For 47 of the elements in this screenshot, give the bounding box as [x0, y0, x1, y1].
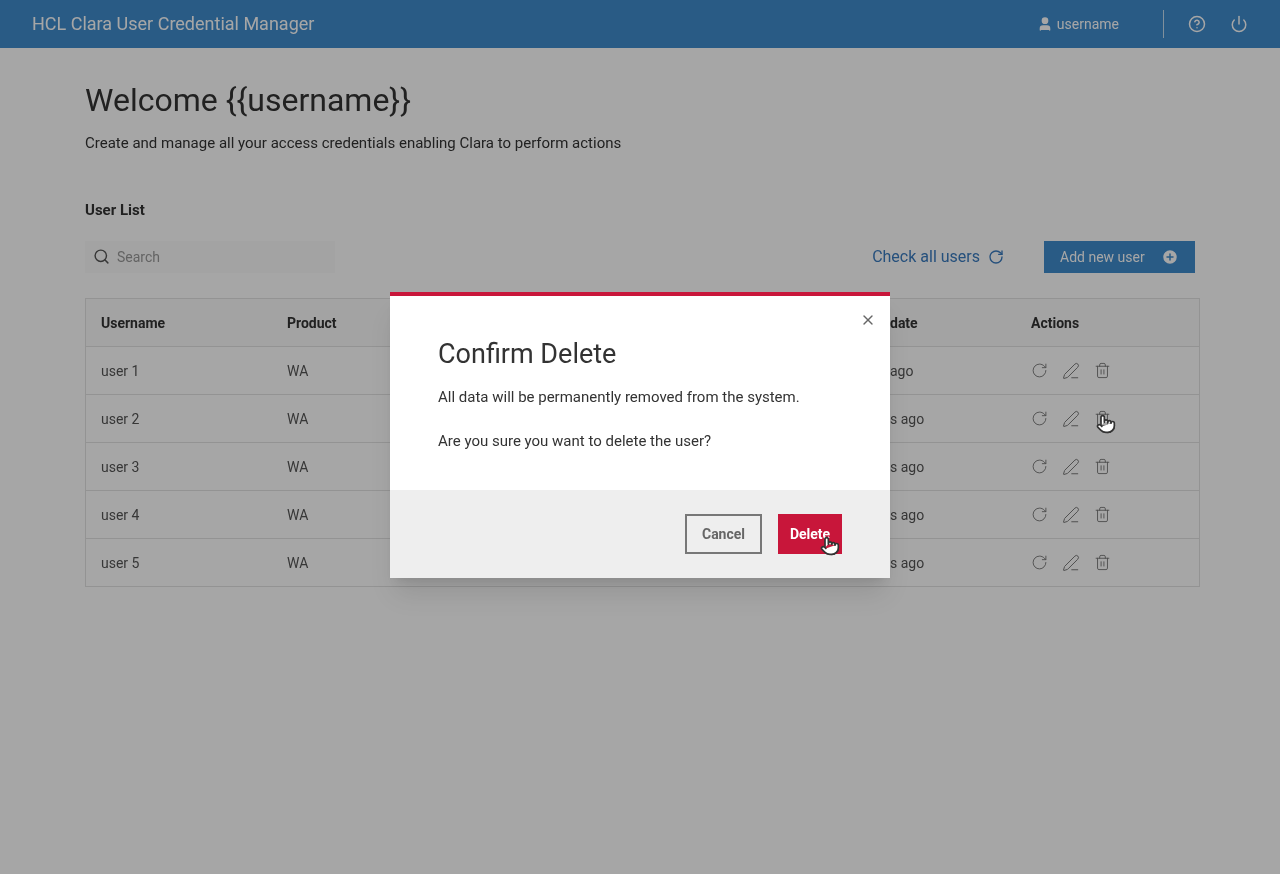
refresh-icon[interactable] — [1031, 410, 1048, 427]
edit-icon[interactable] — [1062, 457, 1080, 476]
edit-icon[interactable] — [1062, 553, 1080, 572]
table-cell-text: s ago — [889, 553, 926, 573]
edit-icon[interactable] — [1062, 409, 1080, 428]
refresh-icon[interactable] — [1031, 458, 1048, 475]
table-cell-text: ago — [889, 361, 915, 381]
add-new-user-button[interactable]: Add new user — [1044, 241, 1195, 273]
refresh-icon[interactable] — [1031, 554, 1048, 571]
page-subtitle: Create and manage all your access credentials enabling Clara to perform actions — [85, 133, 623, 154]
page-title: Welcome {{username}} — [85, 80, 412, 120]
cancel-button[interactable]: Cancel — [685, 514, 762, 554]
plus-icon — [1161, 248, 1179, 266]
table-cell-text: user 4 — [100, 505, 141, 525]
check-all-users-link[interactable]: Check all users — [872, 245, 1004, 269]
table-cell-text: WA — [286, 361, 310, 381]
table-cell-text: user 3 — [100, 457, 141, 477]
table-cell-text: user 2 — [100, 409, 141, 429]
edit-icon[interactable] — [1062, 361, 1080, 380]
search-icon — [93, 248, 110, 265]
dialog-title: Confirm Delete — [438, 338, 618, 370]
table-cell-text: s ago — [889, 505, 926, 525]
column-header: Username — [101, 314, 166, 331]
section-title: User List — [85, 199, 146, 221]
user-menu[interactable]: username — [1036, 14, 1119, 34]
help-icon[interactable] — [1188, 15, 1206, 33]
refresh-icon[interactable] — [1031, 362, 1048, 379]
table-cell-text: user 5 — [100, 553, 141, 573]
power-icon[interactable] — [1230, 15, 1248, 33]
app-title: HCL Clara User Credential Manager — [32, 12, 316, 36]
table-cell-text: WA — [286, 457, 310, 477]
table-cell-text: WA — [286, 409, 310, 429]
dialog-question: Are you sure you want to delete the user? — [438, 430, 713, 452]
table-cell-text: WA — [286, 553, 310, 573]
column-header: Product — [287, 314, 337, 331]
column-header: Actions — [1031, 314, 1080, 331]
refresh-icon — [988, 249, 1004, 265]
table-cell-text: s ago — [889, 409, 926, 429]
refresh-icon[interactable] — [1031, 506, 1048, 523]
hand-cursor-icon — [1096, 414, 1116, 434]
dialog-message: All data will be permanently removed from the system. — [438, 387, 801, 408]
table-cell-text: s ago — [889, 457, 926, 477]
table-cell-text: user 1 — [100, 361, 141, 381]
edit-icon[interactable] — [1062, 505, 1080, 524]
delete-button[interactable]: Delete — [778, 514, 842, 554]
table-cell-text: WA — [286, 505, 310, 525]
column-header: date — [890, 314, 918, 331]
